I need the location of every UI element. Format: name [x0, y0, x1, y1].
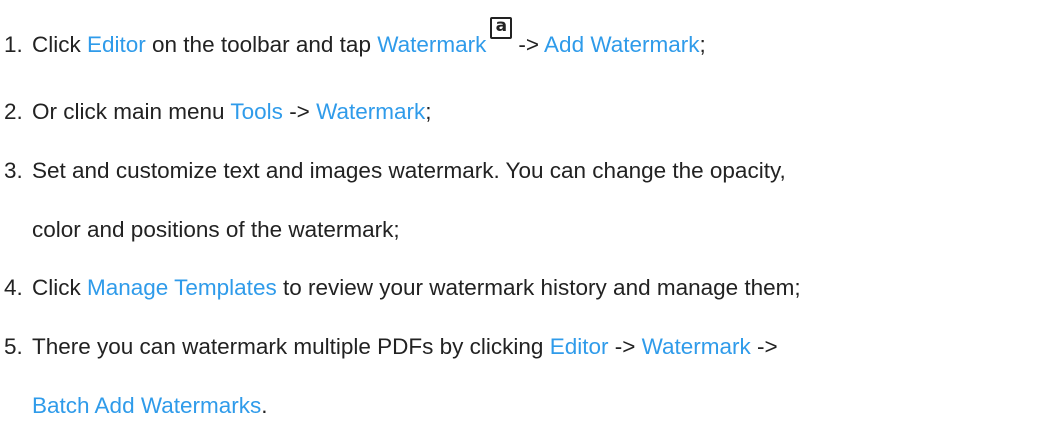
step-number: 1.	[4, 32, 23, 57]
watermark-icon: a	[490, 16, 513, 39]
step-text: ;	[425, 99, 432, 124]
instruction-list: 1. Click Editor on the toolbar and tap Wa…	[0, 0, 1062, 432]
manage-templates-link[interactable]: Manage Templates	[87, 275, 277, 300]
step-text: Or click main menu	[32, 99, 231, 124]
step-text: ->	[518, 32, 545, 57]
tools-link[interactable]: Tools	[230, 99, 283, 124]
step-text: ->	[282, 99, 317, 124]
watermark-icon-glyph: a	[495, 16, 508, 36]
step-text: Click	[32, 32, 87, 57]
step-text: ;	[699, 32, 706, 57]
step-2: 2. Or click main menu Tools -> Watermark;	[4, 99, 432, 124]
step-text: .	[261, 393, 268, 418]
editor-link[interactable]: Editor	[87, 32, 146, 57]
step-text: ->	[750, 334, 778, 359]
step-text: to review your watermark history and man…	[276, 275, 801, 300]
step-3-continuation: color and positions of the watermark;	[32, 217, 400, 242]
watermark-link[interactable]: Watermark	[642, 334, 751, 359]
step-text: There you can watermark multiple PDFs by…	[32, 334, 550, 359]
step-text: Click	[32, 275, 87, 300]
step-4: 4. Click Manage Templates to review your …	[4, 275, 801, 300]
step-text: on the toolbar and tap	[145, 32, 378, 57]
step-5: 5. There you can watermark multiple PDFs …	[4, 334, 778, 359]
step-3: 3. Set and customize text and images wate…	[4, 158, 786, 183]
step-number: 4.	[4, 275, 23, 300]
add-watermark-link[interactable]: Add Watermark	[544, 32, 699, 57]
step-number: 2.	[4, 99, 23, 124]
batch-add-watermarks-link[interactable]: Batch Add Watermarks	[32, 393, 261, 418]
editor-link[interactable]: Editor	[550, 334, 609, 359]
step-text: color and positions of the watermark;	[32, 217, 400, 242]
step-text: Set and customize text and images waterm…	[32, 158, 786, 183]
step-text: ->	[608, 334, 642, 359]
step-1: 1. Click Editor on the toolbar and tap Wa…	[4, 17, 706, 57]
step-number: 3.	[4, 158, 23, 183]
watermark-link[interactable]: Watermark	[316, 99, 425, 124]
step-5-continuation: Batch Add Watermarks.	[32, 393, 268, 418]
step-number: 5.	[4, 334, 23, 359]
watermark-link[interactable]: Watermark	[377, 32, 486, 57]
